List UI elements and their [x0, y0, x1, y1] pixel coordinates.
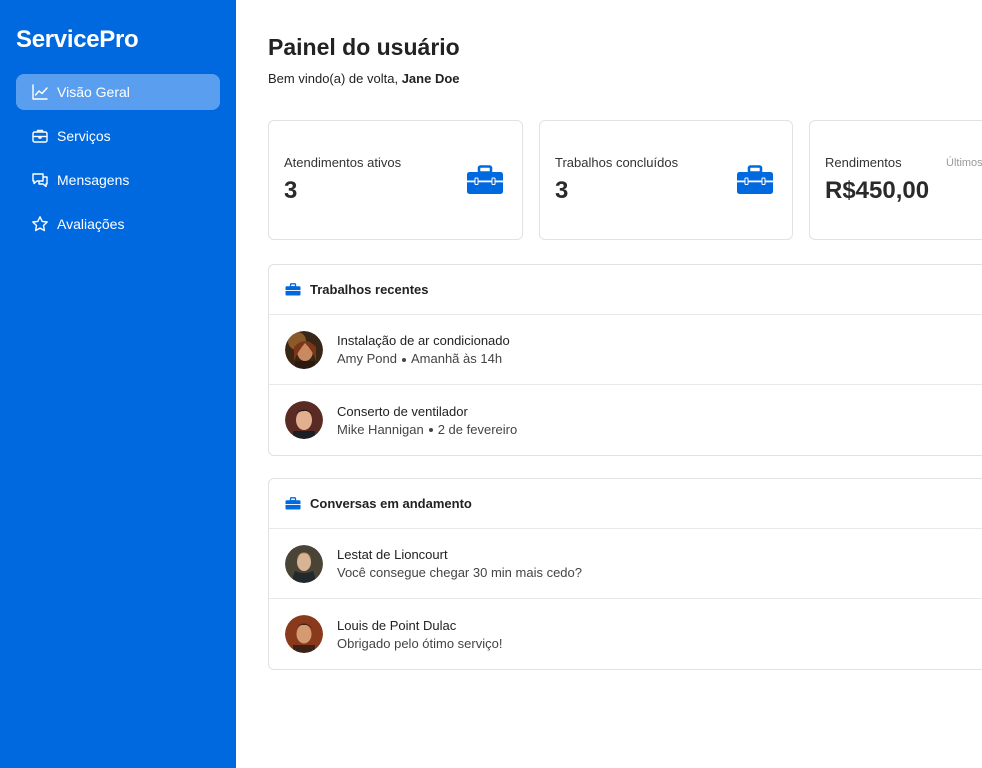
- list-item[interactable]: Lestat de Lioncourt Você consegue chegar…: [269, 529, 982, 599]
- separator-dot: [428, 428, 433, 433]
- sidebar-item-servicos[interactable]: Serviços: [16, 118, 220, 154]
- main-content: Painel do usuário Bem vindo(a) de volta,…: [236, 0, 982, 768]
- avatar: [285, 401, 323, 439]
- briefcase-icon: [285, 497, 301, 510]
- sidebar-nav: Visão Geral Serviços Mensagens Avaliaçõe…: [16, 74, 220, 250]
- welcome-text: Bem vindo(a) de volta, Jane Doe: [268, 71, 460, 86]
- stat-period-note: Últimos: [946, 157, 982, 169]
- briefcase-icon: [32, 129, 48, 143]
- sidebar-item-avaliacoes[interactable]: Avaliações: [16, 206, 220, 242]
- stat-value: 3: [284, 177, 298, 204]
- job-client: Amy Pond: [337, 351, 397, 366]
- job-when: 2 de fevereiro: [437, 421, 518, 437]
- stat-value: 3: [555, 177, 569, 204]
- user-name: Jane Doe: [401, 71, 460, 86]
- recent-jobs-card: Trabalhos recentes Instalação de ar cond…: [268, 264, 982, 456]
- contact-name: Lestat de Lioncourt: [337, 547, 448, 562]
- last-message: Você consegue chegar 30 min mais cedo?: [337, 565, 582, 580]
- stat-label: Atendimentos ativos: [284, 155, 402, 170]
- stat-card-rendimentos[interactable]: Rendimentos Últimos R$450,00: [809, 120, 982, 240]
- card-header: Trabalhos recentes: [269, 265, 982, 315]
- stat-value: R$450,00: [825, 177, 930, 204]
- list-item-text: Conserto de ventilador Mike Hannigan 2 de…: [337, 404, 517, 437]
- conversations-card: Conversas em andamento Lestat de Lioncou…: [268, 478, 982, 670]
- sidebar-item-label: Visão Geral: [57, 84, 130, 100]
- stat-label: Trabalhos concluídos: [555, 155, 679, 170]
- sidebar: ServicePro Visão Geral Serviços Mensagen…: [0, 0, 236, 768]
- job-title: Conserto de ventilador: [337, 403, 468, 419]
- card-title: Conversas em andamento: [310, 496, 472, 511]
- avatar: [285, 544, 323, 583]
- list-item-text: Lestat de Lioncourt Você consegue chegar…: [337, 547, 582, 580]
- briefcase-icon: [737, 165, 773, 194]
- briefcase-icon: [467, 165, 503, 194]
- job-title: Instalação de ar condicionado: [337, 333, 510, 348]
- card-header: Conversas em andamento: [269, 479, 982, 529]
- last-message: Obrigado pelo ótimo serviço!: [337, 635, 503, 651]
- list-item-text: Instalação de ar condicionado Amy Pond Am…: [337, 333, 510, 366]
- brand-logo[interactable]: ServicePro: [16, 26, 139, 54]
- list-item[interactable]: Conserto de ventilador Mike Hannigan 2 de…: [269, 385, 982, 455]
- page-title: Painel do usuário: [268, 34, 460, 60]
- star-icon: [32, 216, 48, 232]
- chat-bubbles-icon: [32, 173, 48, 188]
- stat-card-concluidos[interactable]: Trabalhos concluídos 3: [539, 120, 793, 240]
- sidebar-item-visao-geral[interactable]: Visão Geral: [16, 74, 220, 110]
- list-item[interactable]: Louis de Point Dulac Obrigado pelo ótimo…: [269, 599, 982, 669]
- avatar: [285, 330, 323, 369]
- stat-label: Rendimentos: [825, 155, 902, 170]
- welcome-prefix: Bem vindo(a) de volta,: [268, 71, 399, 86]
- separator-dot: [401, 357, 406, 362]
- sidebar-item-label: Mensagens: [57, 172, 130, 188]
- sidebar-item-mensagens[interactable]: Mensagens: [16, 162, 220, 198]
- sidebar-item-label: Serviços: [57, 128, 111, 144]
- card-title: Trabalhos recentes: [310, 282, 429, 297]
- job-when: Amanhã às 14h: [410, 351, 503, 366]
- list-item[interactable]: Instalação de ar condicionado Amy Pond Am…: [269, 315, 982, 385]
- list-item-text: Louis de Point Dulac Obrigado pelo ótimo…: [337, 618, 502, 651]
- job-client: Mike Hannigan: [337, 421, 424, 437]
- job-meta: Mike Hannigan 2 de fevereiro: [337, 422, 517, 437]
- contact-name: Louis de Point Dulac: [337, 617, 457, 633]
- briefcase-icon: [285, 283, 301, 296]
- sidebar-item-label: Avaliações: [57, 216, 125, 232]
- job-meta: Amy Pond Amanhã às 14h: [337, 351, 510, 366]
- avatar: [285, 615, 323, 653]
- chart-line-icon: [32, 84, 48, 100]
- stat-card-atendimentos[interactable]: Atendimentos ativos 3: [268, 120, 523, 240]
